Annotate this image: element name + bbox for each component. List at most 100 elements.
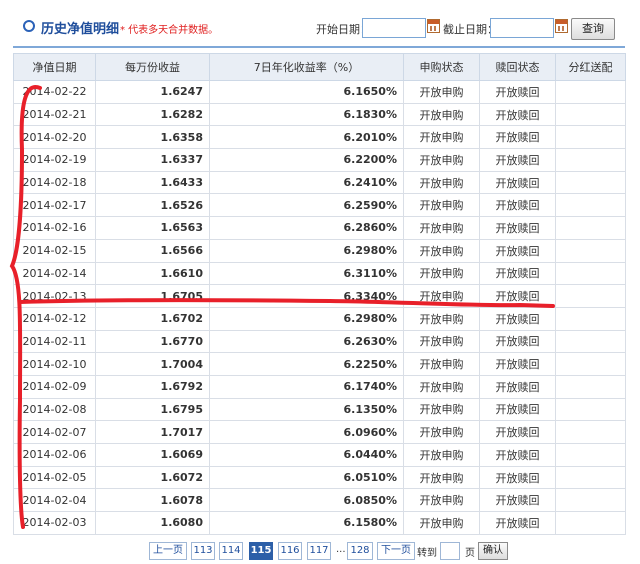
- table-row: 2014-02-21 1.6282 6.1830% 开放申购 开放赎回: [13, 102, 626, 127]
- redeem-status-cell: 开放赎回: [479, 125, 556, 150]
- yield-cell: 6.2410%: [209, 170, 404, 195]
- redeem-status-cell: 开放赎回: [479, 216, 556, 240]
- nav-date-cell: 2014-02-21: [13, 102, 96, 127]
- yield-cell: 6.2980%: [209, 306, 404, 331]
- start-date-input[interactable]: [362, 18, 426, 38]
- redeem-status-cell: 开放赎回: [479, 329, 556, 354]
- table-row: 2014-02-19 1.6337 6.2200% 开放申购 开放赎回: [13, 148, 626, 172]
- dividend-cell: [555, 261, 626, 286]
- income-cell: 1.7004: [95, 352, 210, 376]
- yield-cell: 6.0960%: [209, 420, 404, 444]
- page-115-current[interactable]: 115: [249, 542, 273, 560]
- end-date-input[interactable]: [490, 18, 554, 38]
- income-cell: 1.6078: [95, 488, 210, 513]
- table-row: 2014-02-16 1.6563 6.2860% 开放申购 开放赎回: [13, 216, 626, 240]
- redeem-status-cell: 开放赎回: [479, 261, 556, 286]
- col-header-subscribe: 申购状态: [403, 53, 480, 81]
- yield-cell: 6.1830%: [209, 102, 404, 127]
- yield-cell: 6.1740%: [209, 374, 404, 399]
- table-row: 2014-02-05 1.6072 6.0510% 开放申购 开放赎回: [13, 465, 626, 490]
- table-row: 2014-02-12 1.6702 6.2980% 开放申购 开放赎回: [13, 306, 626, 331]
- dividend-cell: [555, 80, 626, 104]
- yield-cell: 6.0850%: [209, 488, 404, 513]
- dividend-cell: [555, 374, 626, 399]
- table-row: 2014-02-09 1.6792 6.1740% 开放申购 开放赎回: [13, 374, 626, 399]
- subscribe-status-cell: 开放申购: [403, 465, 480, 490]
- nav-date-cell: 2014-02-15: [13, 238, 96, 263]
- start-calendar-icon[interactable]: [427, 19, 440, 33]
- nav-date-cell: 2014-02-09: [13, 374, 96, 399]
- subscribe-status-cell: 开放申购: [403, 306, 480, 331]
- subscribe-status-cell: 开放申购: [403, 148, 480, 172]
- yield-cell: 6.3340%: [209, 284, 404, 308]
- redeem-status-cell: 开放赎回: [479, 488, 556, 513]
- yield-cell: 6.2200%: [209, 148, 404, 172]
- subscribe-status-cell: 开放申购: [403, 125, 480, 150]
- yield-cell: 6.1350%: [209, 397, 404, 422]
- confirm-button[interactable]: 确认: [478, 542, 508, 560]
- page-ellipsis: ...: [336, 544, 346, 555]
- yield-cell: 6.1580%: [209, 511, 404, 535]
- col-header-redeem: 赎回状态: [479, 53, 556, 81]
- table-row: 2014-02-17 1.6526 6.2590% 开放申购 开放赎回: [13, 193, 626, 218]
- page-128-button[interactable]: 128: [347, 542, 373, 560]
- subscribe-status-cell: 开放申购: [403, 420, 480, 444]
- nav-date-cell: 2014-02-05: [13, 465, 96, 490]
- dividend-cell: [555, 352, 626, 376]
- redeem-status-cell: 开放赎回: [479, 511, 556, 535]
- prev-page-button[interactable]: 上一页: [149, 542, 187, 560]
- redeem-status-cell: 开放赎回: [479, 170, 556, 195]
- yield-cell: 6.2010%: [209, 125, 404, 150]
- dividend-cell: [555, 193, 626, 218]
- redeem-status-cell: 开放赎回: [479, 443, 556, 467]
- subscribe-status-cell: 开放申购: [403, 397, 480, 422]
- redeem-status-cell: 开放赎回: [479, 352, 556, 376]
- redeem-status-cell: 开放赎回: [479, 193, 556, 218]
- redeem-status-cell: 开放赎回: [479, 306, 556, 331]
- subscribe-status-cell: 开放申购: [403, 329, 480, 354]
- nav-date-cell: 2014-02-12: [13, 306, 96, 331]
- table-row: 2014-02-04 1.6078 6.0850% 开放申购 开放赎回: [13, 488, 626, 513]
- query-button[interactable]: 查询: [571, 18, 615, 40]
- nav-date-cell: 2014-02-03: [13, 511, 96, 535]
- dividend-cell: [555, 284, 626, 308]
- nav-date-cell: 2014-02-16: [13, 216, 96, 240]
- yield-cell: 6.0440%: [209, 443, 404, 467]
- page-117-button[interactable]: 117: [307, 542, 331, 560]
- subscribe-status-cell: 开放申购: [403, 261, 480, 286]
- redeem-status-cell: 开放赎回: [479, 102, 556, 127]
- table-body: 2014-02-22 1.6247 6.1650% 开放申购 开放赎回 2014-02-2…: [13, 80, 626, 535]
- dividend-cell: [555, 102, 626, 127]
- income-cell: 1.6610: [95, 261, 210, 286]
- dividend-cell: [555, 329, 626, 354]
- redeem-status-cell: 开放赎回: [479, 397, 556, 422]
- yield-cell: 6.0510%: [209, 465, 404, 490]
- nav-date-cell: 2014-02-19: [13, 148, 96, 172]
- income-cell: 1.6282: [95, 102, 210, 127]
- nav-date-cell: 2014-02-11: [13, 329, 96, 354]
- table-row: 2014-02-11 1.6770 6.2630% 开放申购 开放赎回: [13, 329, 626, 354]
- income-cell: 1.6072: [95, 465, 210, 490]
- page-116-button[interactable]: 116: [278, 542, 302, 560]
- goto-label: 转到: [417, 548, 437, 559]
- panel-header: 历史净值明细 * 代表多天合并数据。 开始日期： 截止日期： 查询: [13, 8, 625, 48]
- yield-cell: 6.3110%: [209, 261, 404, 286]
- nav-history-panel: 历史净值明细 * 代表多天合并数据。 开始日期： 截止日期： 查询 净值日期 每…: [13, 8, 626, 560]
- dividend-cell: [555, 465, 626, 490]
- goto-page-input[interactable]: [440, 542, 460, 560]
- yield-cell: 6.2250%: [209, 352, 404, 376]
- end-calendar-icon[interactable]: [555, 19, 568, 33]
- subscribe-status-cell: 开放申购: [403, 193, 480, 218]
- page-114-button[interactable]: 114: [219, 542, 243, 560]
- merged-data-note: * 代表多天合并数据。: [120, 25, 219, 36]
- next-page-button[interactable]: 下一页: [377, 542, 415, 560]
- nav-date-cell: 2014-02-20: [13, 125, 96, 150]
- page-unit-label: 页: [465, 548, 475, 559]
- redeem-status-cell: 开放赎回: [479, 148, 556, 172]
- page-113-button[interactable]: 113: [191, 542, 215, 560]
- table-row: 2014-02-13 1.6705 6.3340% 开放申购 开放赎回: [13, 284, 626, 308]
- panel-title: 历史净值明细: [41, 22, 120, 37]
- nav-date-cell: 2014-02-14: [13, 261, 96, 286]
- subscribe-status-cell: 开放申购: [403, 488, 480, 513]
- redeem-status-cell: 开放赎回: [479, 465, 556, 490]
